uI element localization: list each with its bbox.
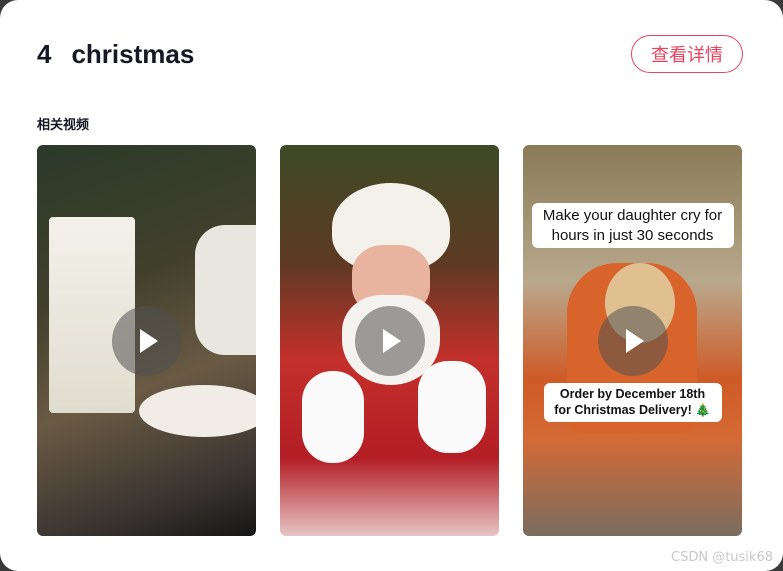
video-thumbnail-3[interactable]: Make your daughter cry for hours in just…	[523, 145, 742, 536]
trend-keyword: christmas	[71, 38, 195, 69]
video-thumbnail-2[interactable]	[280, 145, 499, 536]
right-glove-image	[418, 361, 486, 453]
video-caption-top: Make your daughter cry for hours in just…	[531, 203, 734, 248]
card-header: 4 christmas 查看详情	[37, 34, 743, 74]
view-details-button[interactable]: 查看详情	[631, 35, 743, 73]
play-icon[interactable]	[111, 305, 182, 376]
related-videos-list: Make your daughter cry for hours in just…	[37, 145, 742, 536]
trend-title: 4 christmas	[37, 39, 194, 70]
video-caption-bottom: Order by December 18th for Christmas Del…	[543, 383, 722, 422]
trend-rank: 4	[37, 38, 52, 69]
play-icon[interactable]	[354, 305, 425, 376]
left-glove-image	[302, 371, 364, 463]
cookie-plate-image	[139, 385, 256, 437]
video-thumbnail-1[interactable]	[37, 145, 256, 536]
watermark: CSDN @tusik68	[671, 550, 773, 565]
play-icon[interactable]	[597, 305, 668, 376]
related-videos-label: 相关视频	[37, 118, 90, 133]
glove-hand-image	[195, 225, 256, 355]
trend-detail-card: 4 christmas 查看详情 相关视频 Make your daughter…	[0, 0, 783, 571]
